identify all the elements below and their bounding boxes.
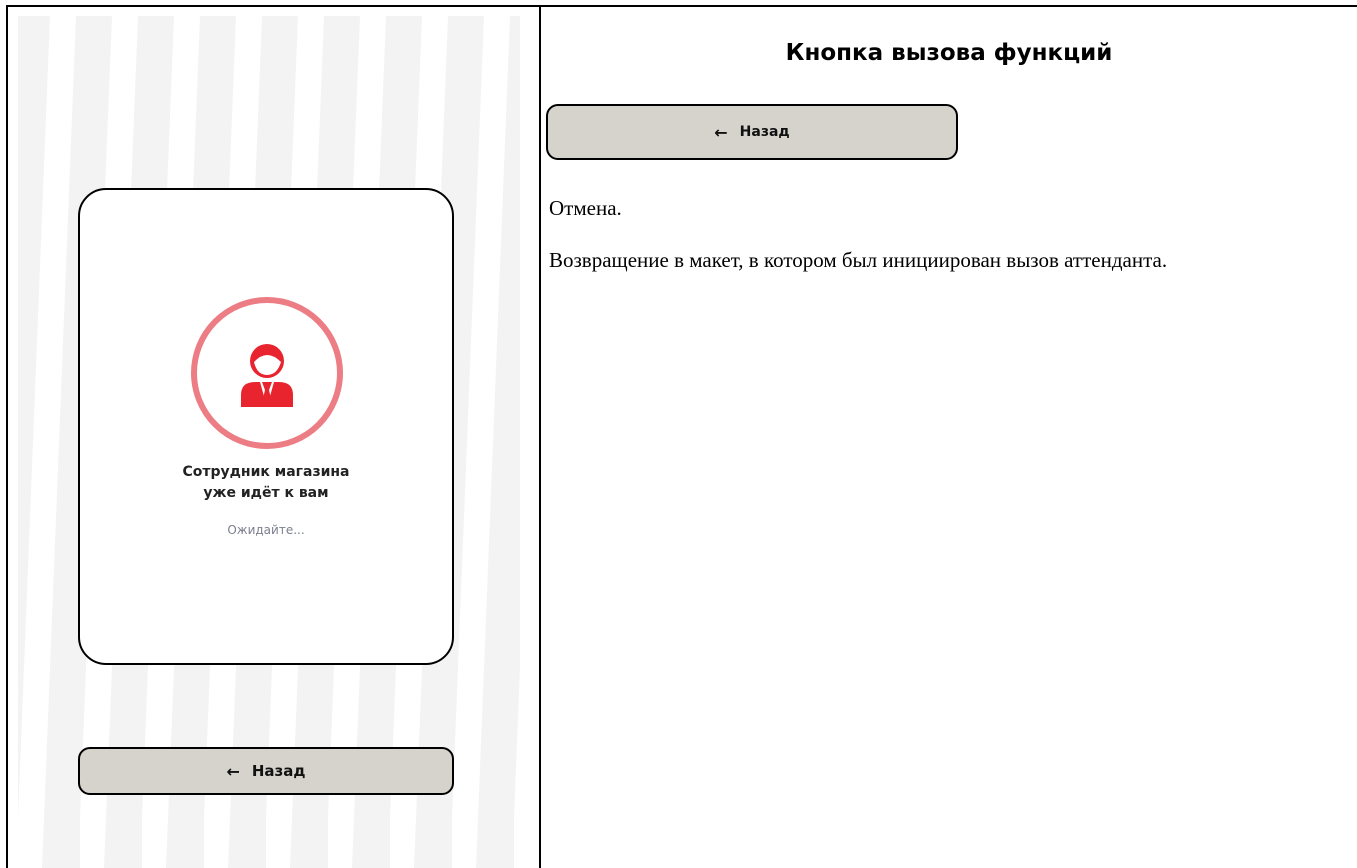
attendant-avatar-ring <box>191 297 343 449</box>
back-button-sample[interactable]: ← Назад <box>546 104 958 160</box>
dialog-status: Ожидайте... <box>227 523 305 537</box>
description-text: Возвращение в макет, в котором был иници… <box>549 248 1168 272</box>
action-text: Отмена. <box>549 196 622 220</box>
back-button-sample-label: Назад <box>739 124 790 140</box>
dialog-title-line1: Сотрудник магазина <box>182 464 350 480</box>
dialog-title-line2: уже идёт к вам <box>203 485 329 501</box>
arrow-left-icon: ← <box>226 761 240 781</box>
back-button[interactable]: ← Назад <box>78 747 454 795</box>
arrow-left-icon: ← <box>714 122 728 142</box>
kiosk-screen-mockup: Сотрудник магазина уже идёт к вам Ожидай… <box>18 16 520 868</box>
table-divider <box>539 5 541 868</box>
attendant-person-icon <box>241 344 293 407</box>
section-heading: Кнопка вызова функций <box>785 40 1113 66</box>
attendant-call-dialog: Сотрудник магазина уже идёт к вам Ожидай… <box>78 188 454 665</box>
back-button-label: Назад <box>251 762 306 780</box>
dialog-title: Сотрудник магазина уже идёт к вам <box>80 462 452 504</box>
